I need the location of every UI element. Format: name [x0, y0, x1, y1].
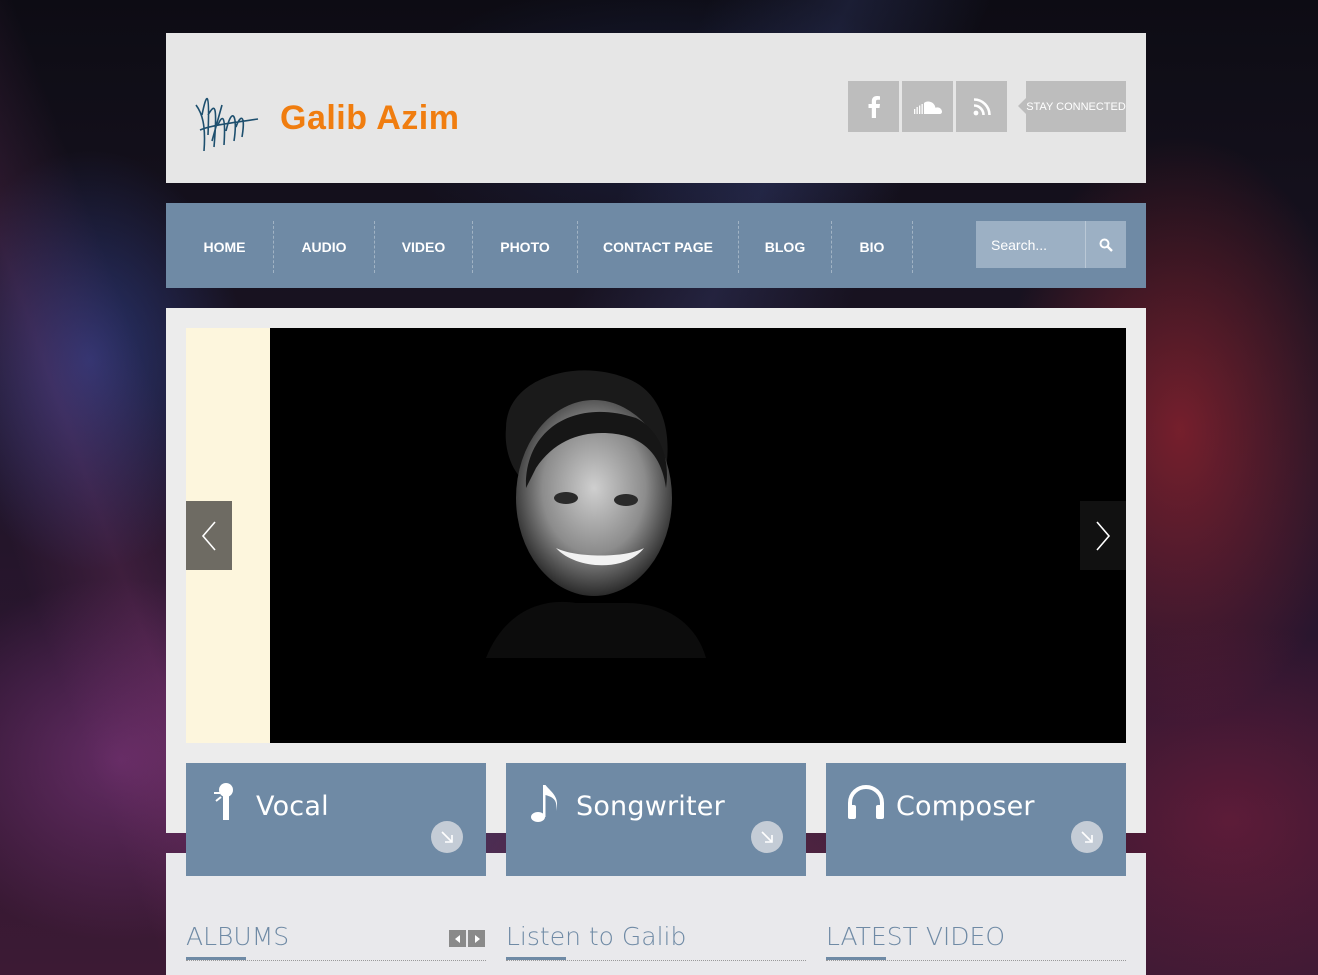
feature-vocal[interactable]: Vocal — [186, 763, 486, 876]
section-divider — [506, 957, 806, 961]
facebook-button[interactable] — [848, 81, 899, 132]
feature-composer[interactable]: Composer — [826, 763, 1126, 876]
rss-icon — [973, 97, 991, 115]
search-input[interactable] — [976, 221, 1086, 268]
caret-left-icon — [454, 934, 460, 943]
nav-item-bio[interactable]: BIO — [832, 221, 913, 273]
albums-prev-button[interactable] — [449, 930, 466, 947]
portrait-photo — [486, 370, 706, 658]
latest-video-heading: LATEST VIDEO — [826, 922, 1006, 951]
chevron-right-icon — [1096, 520, 1111, 551]
headphones-icon — [848, 784, 884, 819]
nav-item-contact-page[interactable]: CONTACT PAGE — [578, 221, 739, 273]
feature-label: Songwriter — [576, 791, 725, 822]
signature-logo[interactable] — [192, 75, 264, 159]
stay-connected-label: STAY CONNECTED — [1018, 81, 1126, 132]
nav-item-blog[interactable]: BLOG — [739, 221, 832, 273]
site-header: Galib Azim STAY CONNECTED — [166, 33, 1146, 183]
main-nav: HOME AUDIO VIDEO PHOTO CONTACT PAGE BLOG… — [166, 203, 1146, 288]
nav-item-video[interactable]: VIDEO — [375, 221, 473, 273]
arrow-down-right-icon[interactable] — [431, 821, 463, 853]
nav-item-home[interactable]: HOME — [176, 221, 274, 273]
section-divider — [826, 957, 1126, 961]
feature-label: Vocal — [256, 791, 329, 822]
search-icon — [1099, 238, 1113, 252]
listen-heading: Listen to Galib — [506, 922, 687, 951]
search-button[interactable] — [1085, 221, 1126, 268]
facebook-icon — [868, 95, 880, 118]
search-box — [976, 221, 1126, 268]
arrow-down-right-icon[interactable] — [1071, 821, 1103, 853]
nav-item-audio[interactable]: AUDIO — [274, 221, 375, 273]
slider-next-button[interactable] — [1080, 501, 1126, 570]
section-divider — [186, 957, 486, 961]
albums-next-button[interactable] — [468, 930, 485, 947]
albums-heading: ALBUMS — [186, 922, 290, 951]
rss-button[interactable] — [956, 81, 1007, 132]
hero-slider[interactable] — [186, 328, 1126, 743]
nav-item-photo[interactable]: PHOTO — [473, 221, 578, 273]
chevron-left-icon — [201, 520, 216, 551]
microphone-icon — [214, 783, 233, 820]
soundcloud-icon — [913, 101, 942, 114]
site-title[interactable]: Galib Azim — [280, 99, 459, 138]
slider-prev-button[interactable] — [186, 501, 232, 570]
soundcloud-button[interactable] — [902, 81, 953, 132]
feature-label: Composer — [896, 791, 1035, 822]
feature-songwriter[interactable]: Songwriter — [506, 763, 806, 876]
music-note-icon — [531, 785, 558, 822]
caret-right-icon — [474, 934, 480, 943]
arrow-down-right-icon[interactable] — [751, 821, 783, 853]
